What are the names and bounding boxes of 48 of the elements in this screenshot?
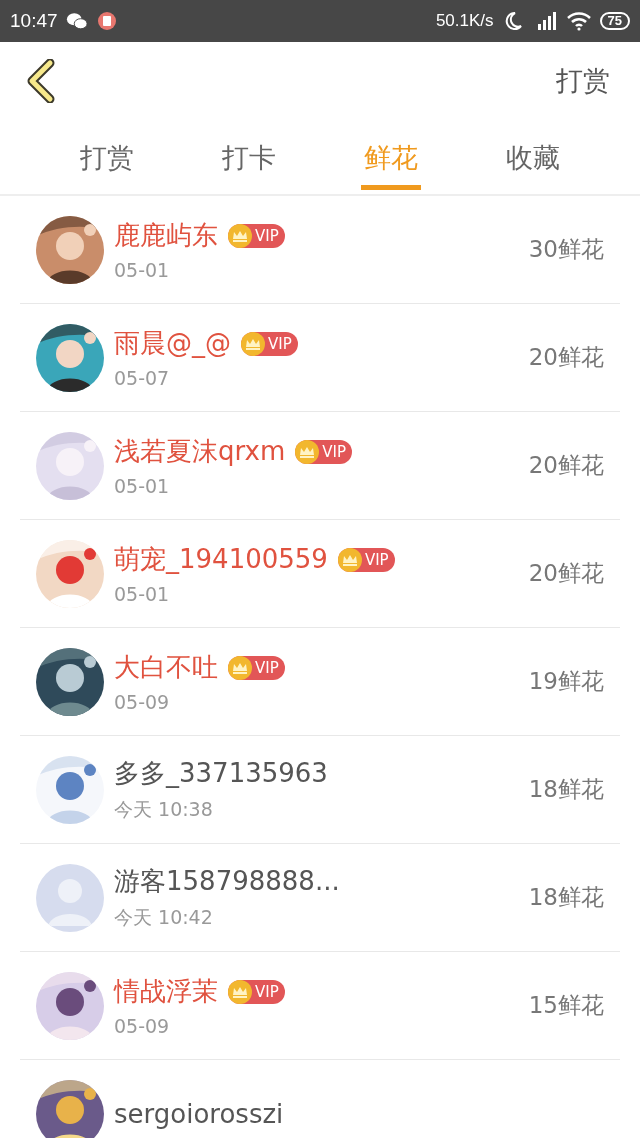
crown-icon [337, 547, 362, 572]
date-text: 今天 10:42 [114, 905, 214, 930]
crown-icon [295, 439, 320, 464]
vip-label: VIP [322, 442, 346, 461]
date-text: 05-01 [114, 475, 171, 497]
crown-icon [241, 331, 265, 356]
flower-count: 20鲜花 [528, 451, 604, 480]
tab[interactable]: 打赏 [77, 120, 137, 190]
flower-count: 30鲜花 [528, 235, 604, 264]
user-name: 鹿鹿屿东 [114, 219, 218, 252]
vip-label: VIP [255, 658, 279, 677]
tab[interactable]: 打卡 [219, 120, 279, 190]
vip-label: VIP [364, 550, 389, 569]
date-text: 今天 10:38 [114, 797, 214, 822]
user-name: sergoiorosszi [114, 1098, 284, 1129]
date-text: 05-07 [114, 367, 171, 389]
date-text: 05-01 [114, 583, 171, 605]
flower-count: 18鲜花 [528, 883, 604, 912]
user-name: 萌宠_194100559 [114, 543, 328, 576]
vip-label: VIP [255, 226, 279, 245]
flower-count: 19鲜花 [528, 667, 604, 696]
chat-icon [65, 11, 88, 31]
user-name: 大白不吐 [114, 651, 218, 684]
vip-label: VIP [255, 982, 279, 1001]
user-name: 浅若夏沫qrxm [114, 435, 286, 468]
back-icon [26, 59, 56, 103]
user-name: 情战浮茉 [114, 975, 218, 1008]
date-text: 05-09 [114, 691, 171, 713]
flower-count: 15鲜花 [528, 991, 604, 1020]
status-time: 10:47 [10, 10, 58, 32]
date-text: 05-09 [114, 1015, 171, 1037]
crown-icon [228, 655, 252, 680]
user-name: 雨晨@_@ [114, 327, 231, 360]
flower-count: 18鲜花 [528, 775, 604, 804]
flower-count: 20鲜花 [528, 559, 604, 588]
wifi-icon [565, 11, 592, 31]
crown-icon [228, 223, 252, 248]
flower-count: 20鲜花 [528, 343, 604, 372]
user-name: 多多_337135963 [114, 757, 328, 790]
tab[interactable]: 收藏 [503, 120, 563, 190]
network-speed: 50.1K/s [435, 11, 494, 31]
user-name: 游客158798888... [114, 865, 340, 898]
reward-button[interactable]: 打赏 [556, 63, 610, 99]
battery-indicator: 75 [599, 12, 630, 30]
app-notification-icon [95, 11, 118, 31]
date-text: 05-01 [114, 259, 171, 281]
vip-label: VIP [268, 334, 292, 353]
crown-icon [228, 979, 252, 1004]
